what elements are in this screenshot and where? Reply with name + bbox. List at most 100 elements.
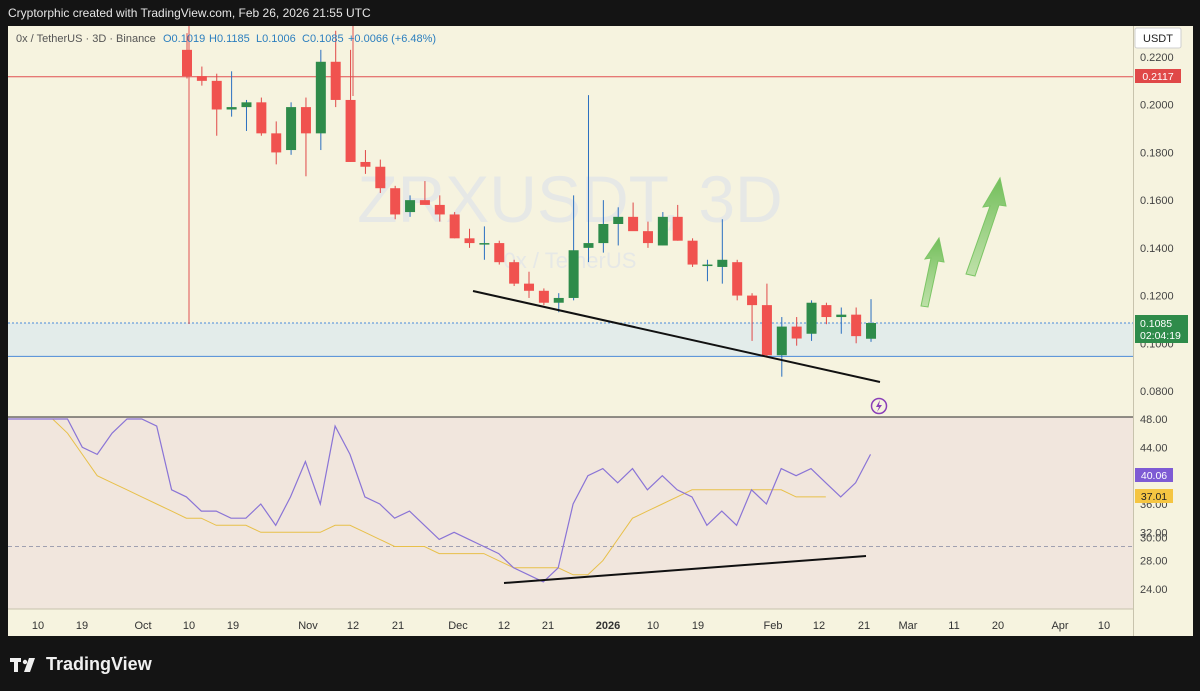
- candle-body: [449, 214, 460, 239]
- time-tick-label: Nov: [298, 620, 318, 632]
- price-ticks: 0.2200 0.2000 0.1800 0.1600 0.1400 0.1200 0.10…: [1140, 52, 1174, 398]
- candle-body: [509, 262, 520, 284]
- candle-body: [717, 259, 728, 267]
- candle-body: [628, 216, 639, 232]
- legend-open: O0.1019: [163, 33, 205, 45]
- candle-body: [434, 204, 445, 215]
- time-tick-label: 12: [498, 620, 510, 632]
- time-tick-label: 10: [647, 620, 659, 632]
- current-price-label: 0.1085: [1140, 318, 1172, 330]
- time-tick-label: 21: [392, 620, 404, 632]
- candle-body: [419, 200, 430, 205]
- candle-body: [747, 295, 758, 306]
- time-tick-label: Mar: [899, 620, 918, 632]
- rsi-tick-label: 28.00: [1140, 556, 1168, 568]
- candle: [702, 259, 713, 282]
- time-tick-label: 10: [183, 620, 195, 632]
- price-tick-label: 0.2200: [1140, 52, 1174, 64]
- candle-body: [405, 200, 416, 213]
- time-tick-label: 12: [347, 620, 359, 632]
- time-tick-label: 21: [542, 620, 554, 632]
- candle-body: [345, 99, 356, 162]
- candle-body: [821, 305, 832, 318]
- price-tick-label: 0.1600: [1140, 195, 1174, 207]
- candle-body: [776, 326, 787, 356]
- candle-body: [732, 262, 743, 296]
- time-tick-label: Oct: [134, 620, 151, 632]
- candle-body: [256, 102, 267, 134]
- candle-body: [524, 283, 535, 291]
- candle: [524, 271, 535, 298]
- price-tick-label: 0.2000: [1140, 100, 1174, 112]
- time-tick-label: 11: [948, 620, 959, 632]
- time-ticks: 10 19 Oct 10 19 Nov 12 21 Dec 12 21 2026 10 19 Feb 12 21…: [32, 620, 1110, 632]
- price-tick-label: 0.1200: [1140, 291, 1174, 303]
- time-tick-label: Feb: [764, 620, 783, 632]
- candle: [226, 71, 237, 117]
- chart-svg[interactable]: ZRXUSDT, 3D 0x / TetherUS 0x / TetherUS …: [0, 0, 1200, 636]
- candle-body: [761, 305, 772, 356]
- candle-body: [553, 297, 564, 303]
- candle-body: [538, 290, 549, 303]
- candle: [390, 185, 401, 220]
- candle-body: [286, 107, 297, 151]
- candle: [494, 240, 505, 265]
- price-tick-label: 0.0800: [1140, 386, 1174, 398]
- time-tick-label: 21: [858, 620, 870, 632]
- candle: [761, 283, 772, 358]
- time-tick-label: Dec: [448, 620, 468, 632]
- time-tick-label: 20: [992, 620, 1004, 632]
- candle: [211, 73, 222, 136]
- candle: [866, 299, 877, 342]
- candle-body: [672, 216, 683, 241]
- legend-change: +0.0066 (+6.48%): [348, 33, 436, 45]
- candle-body: [598, 224, 609, 244]
- tradingview-logo-icon: [10, 657, 40, 672]
- currency-label: USDT: [1143, 33, 1173, 45]
- candle: [657, 212, 668, 246]
- candle: [300, 97, 311, 177]
- candle: [449, 212, 460, 239]
- candle: [732, 259, 743, 301]
- time-tick-label: 2026: [596, 620, 620, 632]
- legend-low: L0.1006: [256, 33, 296, 45]
- candle-body: [642, 231, 653, 244]
- tradingview-logo[interactable]: TradingView: [10, 654, 152, 675]
- candle-body: [791, 326, 802, 339]
- candle: [286, 102, 297, 155]
- tradingview-brand: TradingView: [46, 654, 152, 674]
- candle: [345, 49, 356, 162]
- lightning-icon[interactable]: [870, 397, 888, 415]
- bottom-bar: [0, 636, 1200, 691]
- up-arrow-large-icon: [965, 176, 1007, 277]
- candle: [509, 259, 520, 287]
- candle-body: [300, 107, 311, 134]
- candle-body: [196, 76, 207, 81]
- candle-body: [866, 323, 877, 339]
- legend-close: C0.1085: [302, 33, 344, 45]
- watermark-ticker: ZRXUSDT, 3D: [357, 162, 782, 236]
- candle-body: [271, 133, 282, 153]
- price-tick-label: 0.1800: [1140, 147, 1174, 159]
- candle-body: [836, 314, 847, 318]
- legend-high: H0.1185: [209, 33, 250, 45]
- candle: [256, 97, 267, 136]
- rsi-ma-label: 37.01: [1141, 491, 1167, 503]
- candle-body: [182, 49, 192, 77]
- time-tick-label: 19: [76, 620, 88, 632]
- candle: [315, 49, 326, 151]
- candle-body: [702, 264, 713, 267]
- red-level-label: 0.2117: [1142, 71, 1173, 83]
- rsi-tick-label: 30.00: [1140, 533, 1168, 545]
- rsi-tick-label: 44.00: [1140, 442, 1168, 454]
- time-tick-label: Apr: [1051, 620, 1068, 632]
- candle-body: [568, 250, 579, 298]
- candle-body: [613, 216, 624, 224]
- time-tick-label: 10: [1098, 620, 1110, 632]
- candle-body: [226, 107, 237, 110]
- candle-body: [657, 216, 668, 246]
- rsi-tick-label: 48.00: [1140, 414, 1168, 426]
- candle-body: [851, 314, 862, 337]
- up-arrow-small-icon: [920, 236, 945, 308]
- candle-body: [583, 243, 594, 248]
